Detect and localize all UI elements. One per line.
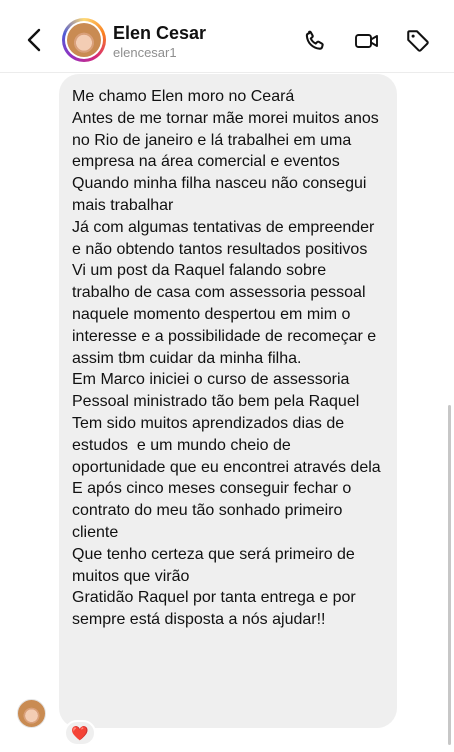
- back-icon[interactable]: [24, 26, 46, 54]
- heart-icon: ❤️: [71, 724, 89, 741]
- tag-icon[interactable]: [405, 28, 431, 54]
- phone-icon[interactable]: [302, 28, 328, 54]
- contact-name[interactable]: Elen Cesar: [113, 23, 206, 44]
- contact-username[interactable]: elencesar1: [113, 45, 177, 60]
- chat-header: Elen Cesar elencesar1: [0, 0, 454, 73]
- message-line: Antes de me tornar mãe morei muitos anos…: [72, 109, 384, 171]
- heart-reaction[interactable]: ❤️: [64, 720, 96, 746]
- message-line: Que tenho certeza que será primeiro de m…: [72, 545, 360, 585]
- message-line: E após cinco meses conseguir fechar o co…: [72, 480, 356, 541]
- message-line: Me chamo Elen moro no Ceará: [72, 88, 295, 105]
- sender-avatar[interactable]: [17, 699, 46, 728]
- message-bubble[interactable]: Me chamo Elen moro no Ceará Antes de me …: [59, 74, 397, 728]
- profile-avatar[interactable]: [62, 18, 106, 62]
- message-line: Vi um post da Raquel falando sobre traba…: [72, 262, 381, 367]
- message-line: Tem sido muitos aprendizados dias de est…: [72, 414, 381, 476]
- video-icon[interactable]: [354, 28, 380, 54]
- message-line: Em Marco iniciei o curso de assessoria P…: [72, 371, 360, 411]
- scrollbar[interactable]: [448, 405, 451, 745]
- message-line: Quando minha filha nasceu não consegui m…: [72, 175, 371, 214]
- message-line: Gratidão Raquel por tanta entrega e por …: [72, 589, 361, 629]
- message-line: Já com algumas tentativas de empreender …: [72, 218, 379, 258]
